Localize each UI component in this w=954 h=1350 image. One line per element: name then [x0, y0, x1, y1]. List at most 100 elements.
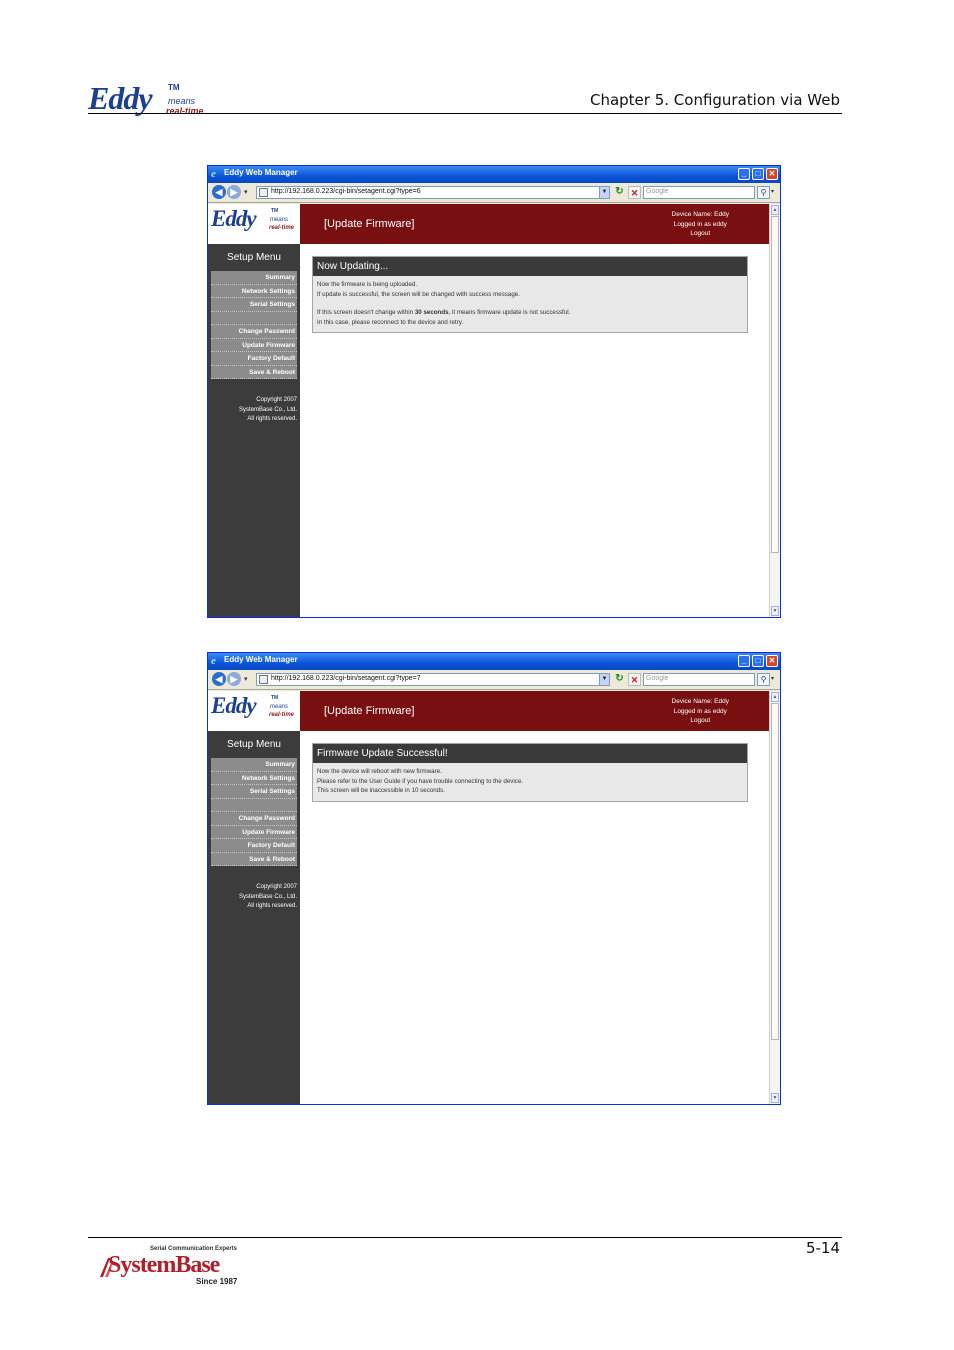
close-button[interactable]: ✕ [766, 655, 778, 667]
scroll-up-icon[interactable]: ▲ [771, 205, 779, 215]
sidebar: Setup Menu Summary Network Settings Seri… [208, 731, 300, 1104]
panel-line: If update is successful, the screen will… [317, 290, 520, 298]
menu-item-serial-settings[interactable]: Serial Settings [211, 298, 297, 312]
address-input[interactable]: http://192.168.0.223/cgi-bin/setagent.cg… [256, 186, 610, 199]
device-name: Device Name: Eddy [671, 211, 729, 218]
menu-item-change-password[interactable]: Change Password [211, 812, 297, 826]
device-name: Device Name: Eddy [671, 698, 729, 705]
scroll-thumb[interactable] [771, 703, 779, 1040]
copyright-line: All rights reserved. [247, 416, 297, 422]
status-panel: Now Updating... Now the firmware is bein… [312, 256, 748, 334]
panel-title: Firmware Update Successful! [313, 744, 747, 763]
user-info: Device Name: Eddy Logged in as eddy Logo… [672, 210, 729, 239]
app-logo-real-time: real-time [269, 712, 295, 718]
search-placeholder: Google [646, 675, 669, 682]
search-icon[interactable]: ⚲ [757, 186, 770, 199]
menu-list: Summary Network Settings Serial Settings… [211, 758, 297, 866]
maximize-button[interactable]: □ [752, 655, 764, 667]
scroll-up-icon[interactable]: ▲ [771, 692, 779, 702]
menu-item-update-firmware[interactable]: Update Firmware [211, 338, 297, 352]
page-viewport: Eddy TM means real-time [Update Firmware… [208, 204, 771, 617]
search-placeholder: Google [646, 188, 669, 195]
sidebar: Setup Menu Summary Network Settings Seri… [208, 244, 300, 617]
logo-means: means [168, 96, 196, 106]
menu-item-network-settings[interactable]: Network Settings [211, 771, 297, 785]
menu-item-factory-default[interactable]: Factory Default [211, 839, 297, 853]
menu-item-summary[interactable]: Summary [211, 271, 297, 285]
scroll-down-icon[interactable]: ▼ [771, 1093, 779, 1103]
window-titlebar: e Eddy Web Manager _ □ ✕ [208, 166, 780, 183]
stop-icon[interactable]: ✕ [628, 673, 641, 686]
panel-text: , it means firmware update is not succes… [448, 309, 571, 317]
logged-in-as: Logged in as eddy [673, 707, 727, 715]
window-title: Eddy Web Manager [224, 168, 298, 177]
footer-divider [88, 1237, 842, 1238]
menu-item-factory-default[interactable]: Factory Default [211, 352, 297, 366]
logo-name: SystemBase [108, 1252, 220, 1278]
url-text: http://192.168.0.223/cgi-bin/setagent.cg… [271, 675, 421, 682]
logout-link[interactable]: Logout [672, 716, 729, 726]
window-titlebar: e Eddy Web Manager _ □ ✕ [208, 653, 780, 670]
panel-line: Please refer to the User Guide if you ha… [317, 777, 524, 785]
maximize-button[interactable]: □ [752, 168, 764, 180]
window-title: Eddy Web Manager [224, 655, 298, 664]
app-logo-real-time: real-time [269, 225, 295, 231]
copyright-line: SystemBase Co., Ltd. [238, 893, 297, 900]
panel-body: Now the firmware is being uploaded. If u… [313, 276, 747, 332]
minimize-button[interactable]: _ [738, 655, 750, 667]
history-dropdown-icon[interactable]: ▾ [244, 188, 248, 196]
refresh-icon[interactable]: ↻ [613, 673, 626, 686]
search-options-icon[interactable]: ▾ [771, 188, 774, 195]
user-info: Device Name: Eddy Logged in as eddy Logo… [672, 697, 729, 726]
search-input[interactable]: Google [643, 673, 755, 686]
copyright: Copyright 2007 SystemBase Co., Ltd. All … [208, 883, 297, 912]
scroll-thumb[interactable] [771, 216, 779, 553]
panel-line: This screen will be inaccessible in 10 s… [317, 787, 445, 795]
ie-icon: e [211, 655, 216, 667]
menu-item-network-settings[interactable]: Network Settings [211, 284, 297, 298]
page-icon [259, 675, 268, 684]
copyright-line: SystemBase Co., Ltd. [238, 406, 297, 413]
forward-button[interactable]: ▶ [227, 672, 241, 686]
vertical-scrollbar[interactable]: ▲ ▼ [769, 691, 780, 1104]
forward-button[interactable]: ▶ [227, 185, 241, 199]
close-button[interactable]: ✕ [766, 168, 778, 180]
address-dropdown-icon[interactable]: ▼ [599, 186, 610, 199]
panel-line: If this screen doesn't change within 30 … [317, 308, 743, 318]
page-heading: [Update Firmware] [324, 705, 415, 717]
history-dropdown-icon[interactable]: ▾ [244, 675, 248, 683]
address-input[interactable]: http://192.168.0.223/cgi-bin/setagent.cg… [256, 673, 610, 686]
vertical-scrollbar[interactable]: ▲ ▼ [769, 204, 780, 617]
app-logo-wordmark: Eddy [211, 206, 257, 231]
status-panel: Firmware Update Successful! Now the devi… [312, 743, 748, 802]
address-dropdown-icon[interactable]: ▼ [599, 673, 610, 686]
scroll-down-icon[interactable]: ▼ [771, 606, 779, 616]
page-heading: [Update Firmware] [324, 218, 415, 230]
logo-trademark: TM [168, 83, 180, 92]
menu-item-save-reboot[interactable]: Save & Reboot [211, 852, 297, 866]
menu-item-spacer [211, 311, 297, 325]
search-icon[interactable]: ⚲ [757, 673, 770, 686]
stop-icon[interactable]: ✕ [628, 186, 641, 199]
menu-item-serial-settings[interactable]: Serial Settings [211, 785, 297, 799]
menu-item-spacer [211, 798, 297, 812]
app-logo: Eddy TM means real-time [208, 691, 300, 731]
back-button[interactable]: ◀ [212, 185, 226, 199]
back-button[interactable]: ◀ [212, 672, 226, 686]
app-header: [Update Firmware] Device Name: Eddy Logg… [300, 691, 771, 731]
refresh-icon[interactable]: ↻ [613, 186, 626, 199]
minimize-button[interactable]: _ [738, 168, 750, 180]
menu-item-save-reboot[interactable]: Save & Reboot [211, 365, 297, 379]
panel-title: Now Updating... [313, 257, 747, 276]
menu-item-update-firmware[interactable]: Update Firmware [211, 825, 297, 839]
search-options-icon[interactable]: ▾ [771, 675, 774, 682]
menu-item-summary[interactable]: Summary [211, 758, 297, 772]
logout-link[interactable]: Logout [672, 229, 729, 239]
copyright: Copyright 2007 SystemBase Co., Ltd. All … [208, 396, 297, 425]
menu-item-change-password[interactable]: Change Password [211, 325, 297, 339]
logo-since: Since 1987 [196, 1277, 238, 1286]
address-toolbar: ◀ ▶ ▾ http://192.168.0.223/cgi-bin/setag… [208, 183, 780, 203]
ie-icon: e [211, 168, 216, 180]
search-input[interactable]: Google [643, 186, 755, 199]
panel-line: Now the device will reboot with new firm… [317, 768, 442, 775]
